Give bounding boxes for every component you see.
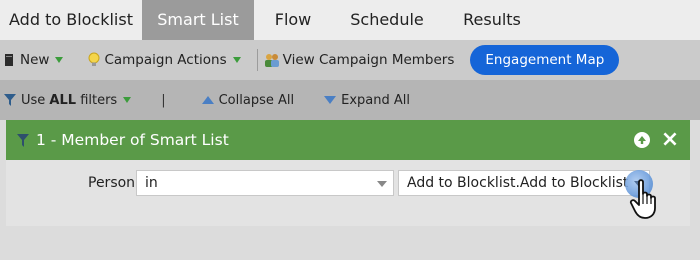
- expand-all-button[interactable]: Expand All: [324, 93, 410, 108]
- tab-add-to-blocklist[interactable]: Add to Blocklist: [0, 0, 142, 40]
- chevron-down-icon: [55, 57, 64, 63]
- filter-drag-icon: [17, 134, 29, 147]
- person-label: Person:: [88, 175, 140, 191]
- toolbar: New Campaign Actions View Campaign Membe…: [0, 40, 700, 80]
- use-suffix: filters: [76, 92, 118, 108]
- filter-bar-separator: |: [161, 92, 166, 108]
- expand-all-label: Expand All: [341, 92, 410, 108]
- filter-icon: [4, 94, 16, 106]
- smart-list-value: Add to Blocklist.Add to Blocklist: [407, 175, 629, 191]
- people-icon: [264, 54, 279, 67]
- filter-title: 1 - Member of Smart List: [36, 131, 229, 149]
- toolbar-divider: [256, 49, 258, 71]
- close-icon[interactable]: ×: [660, 128, 680, 152]
- engagement-map-button[interactable]: Engagement Map: [470, 45, 620, 75]
- filter-header[interactable]: 1 - Member of Smart List ×: [6, 120, 690, 160]
- hand-cursor-icon: [629, 179, 656, 219]
- tab-results[interactable]: Results: [442, 0, 542, 40]
- tab-flow[interactable]: Flow: [254, 0, 332, 40]
- lightbulb-icon: [88, 52, 100, 66]
- view-campaign-members-button[interactable]: View Campaign Members: [263, 40, 455, 80]
- campaign-actions-label: Campaign Actions: [104, 52, 227, 68]
- collapse-arrow-icon: [201, 96, 214, 104]
- tab-smart-list[interactable]: Smart List: [142, 0, 254, 40]
- filter-bar: Use ALL filters | Collapse All Expand Al…: [0, 80, 700, 120]
- collapse-all-button[interactable]: Collapse All: [201, 92, 295, 108]
- filter-card: 1 - Member of Smart List × Person: in Ad…: [6, 120, 690, 226]
- expand-arrow-icon: [324, 96, 337, 104]
- use-prefix: Use: [21, 92, 50, 108]
- tab-schedule[interactable]: Schedule: [332, 0, 442, 40]
- campaign-actions-menu[interactable]: Campaign Actions: [87, 40, 241, 80]
- use-all-filters-dropdown[interactable]: Use ALL filters: [3, 92, 132, 108]
- chevron-down-icon: [123, 97, 132, 103]
- move-up-icon[interactable]: [634, 132, 650, 148]
- operator-select[interactable]: in: [136, 170, 394, 196]
- tab-bar: Add to Blocklist Smart List Flow Schedul…: [0, 0, 700, 40]
- chevron-down-icon: [377, 181, 387, 187]
- collapse-all-label: Collapse All: [218, 92, 295, 108]
- new-label: New: [20, 52, 50, 68]
- new-menu[interactable]: New: [4, 40, 64, 80]
- use-all-bold: ALL: [49, 92, 77, 108]
- chevron-down-icon: [232, 57, 241, 63]
- operator-value: in: [145, 175, 158, 191]
- view-campaign-members-label: View Campaign Members: [282, 52, 455, 68]
- smart-list-select[interactable]: Add to Blocklist.Add to Blocklist: [398, 170, 650, 196]
- new-icon: [5, 54, 13, 66]
